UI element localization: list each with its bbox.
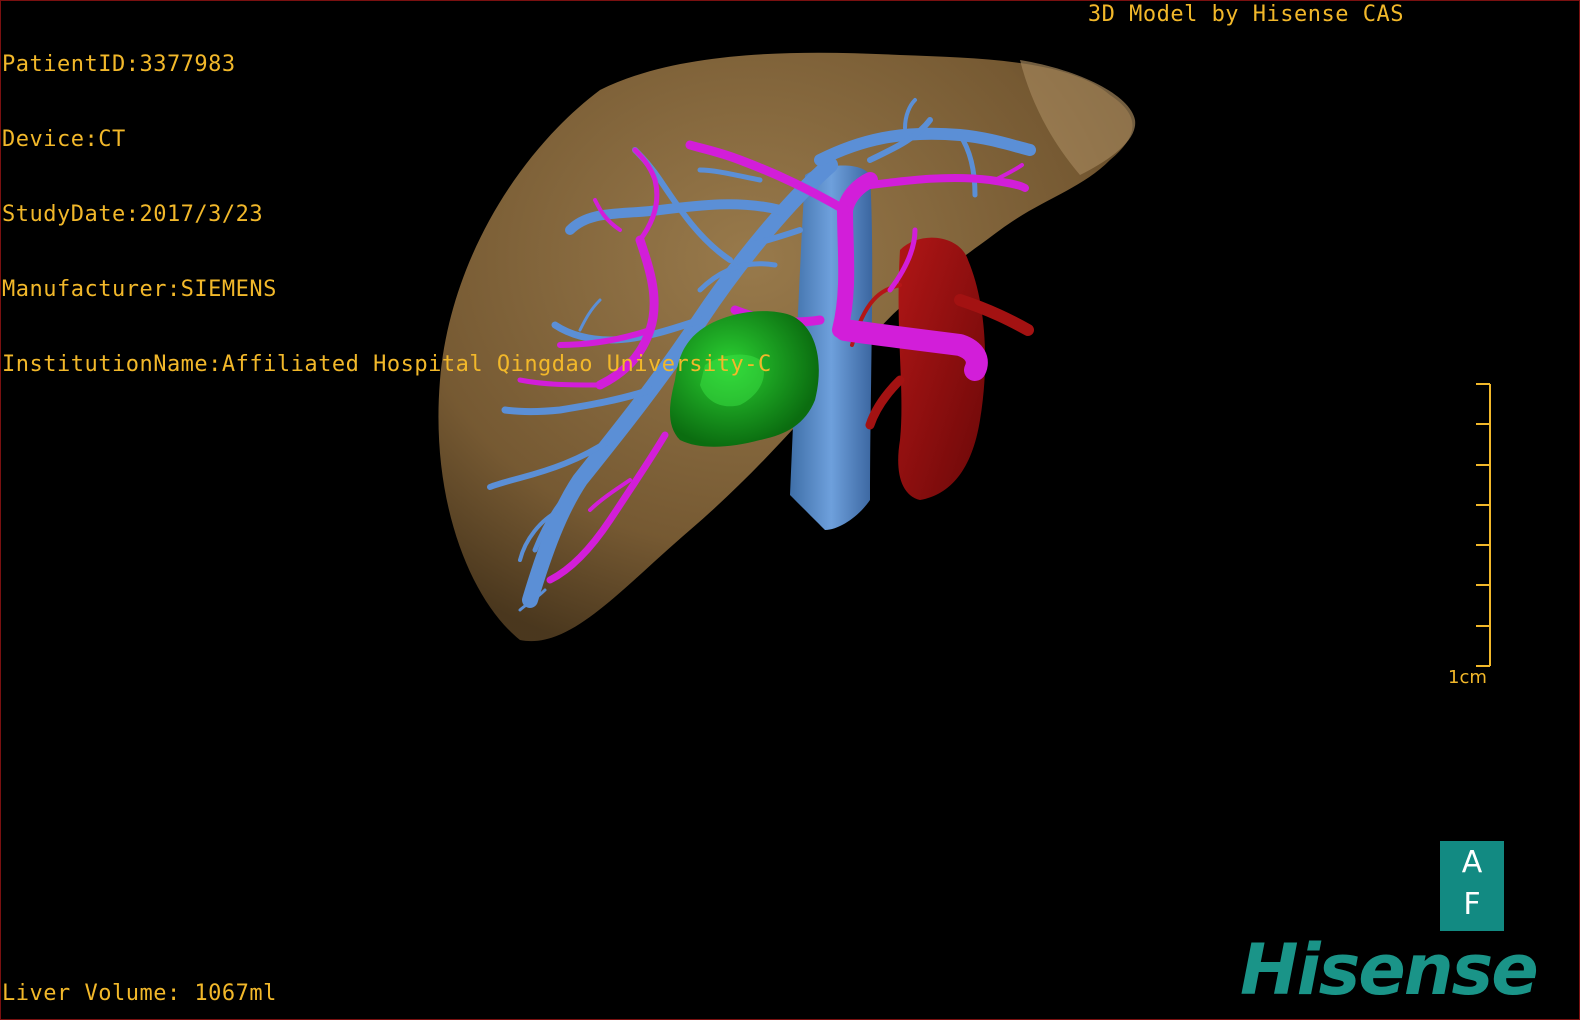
patient-info-block: PatientID:3377983 Device:CT StudyDate:20… [2, 2, 772, 402]
institution-name: InstitutionName:Affiliated Hospital Qing… [2, 352, 772, 377]
hisense-logo: Hisense [1240, 929, 1539, 1011]
study-date: StudyDate:2017/3/23 [2, 202, 264, 227]
orientation-cube[interactable]: A F [1440, 841, 1504, 931]
scale-label: 1cm [1448, 667, 1487, 688]
scale-bar [1476, 383, 1491, 667]
device: Device:CT [2, 127, 126, 152]
manufacturer: Manufacturer:SIEMENS [2, 277, 277, 302]
orientation-top-label: A [1461, 845, 1483, 880]
model-credit: 3D Model by Hisense CAS [1087, 2, 1404, 27]
liver-volume: Liver Volume: 1067ml [2, 981, 277, 1006]
artery-branch [865, 375, 905, 430]
orientation-bottom-label: F [1463, 887, 1481, 922]
patient-id: PatientID:3377983 [2, 52, 236, 77]
